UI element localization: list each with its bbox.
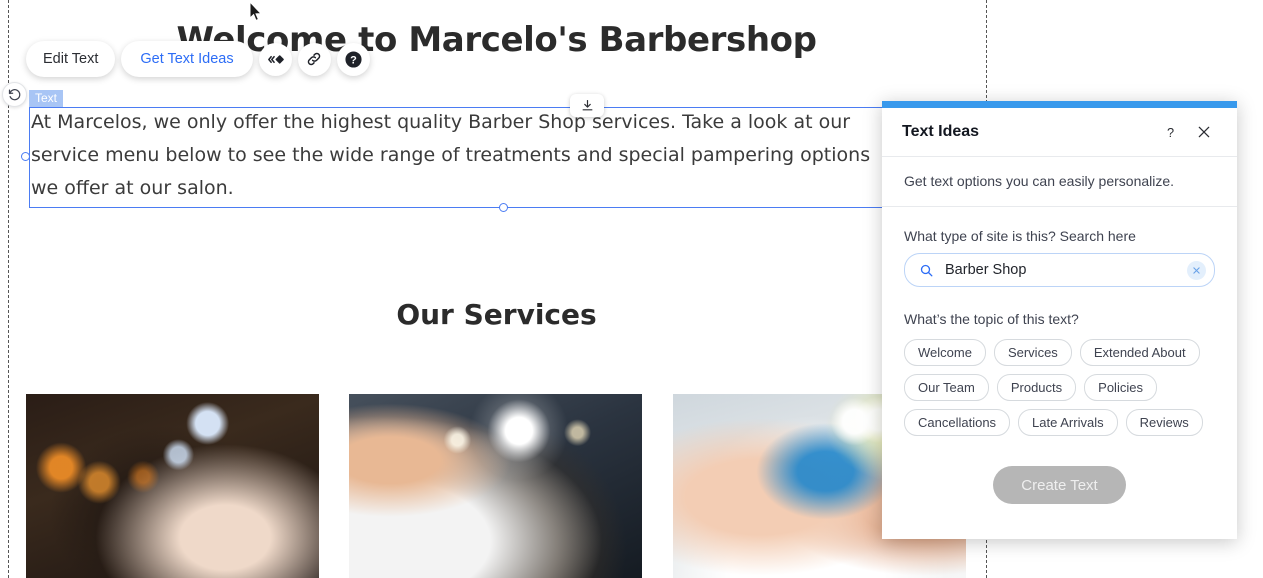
about-paragraph[interactable]: At Marcelos, we only offer the highest q…: [31, 106, 886, 205]
topic-chip-services[interactable]: Services: [993, 339, 1072, 366]
topic-chip-our-team[interactable]: Our Team: [904, 374, 989, 401]
close-icon: [1198, 126, 1210, 138]
animation-button[interactable]: [258, 42, 292, 76]
panel-header: Text Ideas ?: [882, 108, 1237, 157]
topic-chip-cancellations[interactable]: Cancellations: [904, 409, 1011, 436]
create-text-button[interactable]: Create Text: [993, 466, 1126, 504]
topic-chip-group: Welcome Services Extended About Our Team…: [904, 339, 1215, 436]
clear-icon: [1193, 266, 1200, 274]
download-button[interactable]: [570, 94, 604, 117]
mouse-pointer-icon: [249, 0, 263, 27]
undo-button[interactable]: [2, 82, 27, 107]
search-icon: [920, 264, 933, 276]
service-image-1-photo: [26, 394, 319, 578]
resize-handle-bottom[interactable]: [499, 203, 508, 212]
panel-subtitle: Get text options you can easily personal…: [882, 157, 1237, 207]
site-type-label: What type of site is this? Search here: [904, 228, 1136, 244]
site-type-search-field[interactable]: Barber Shop: [904, 253, 1215, 287]
svg-text:?: ?: [1166, 124, 1173, 139]
svg-text:?: ?: [350, 54, 357, 66]
topic-chip-products[interactable]: Products: [996, 374, 1077, 401]
search-clear-button[interactable]: [1187, 260, 1206, 280]
search-input[interactable]: Barber Shop: [945, 262, 1187, 278]
link-button[interactable]: [297, 42, 331, 76]
resize-handle-left[interactable]: [21, 152, 30, 161]
question-mark-icon: ?: [1166, 124, 1173, 139]
download-icon: [582, 100, 592, 111]
topic-chip-reviews[interactable]: Reviews: [1125, 409, 1203, 436]
panel-help-button[interactable]: ?: [1157, 119, 1183, 145]
panel-body: What type of site is this? Search here B…: [882, 207, 1237, 504]
link-icon: [307, 52, 321, 66]
help-button[interactable]: ?: [336, 42, 370, 76]
topic-chip-policies[interactable]: Policies: [1084, 374, 1157, 401]
edit-text-button[interactable]: Edit Text: [26, 41, 116, 77]
service-image-2[interactable]: [349, 394, 642, 578]
help-icon: ?: [345, 50, 362, 68]
create-text-row: Create Text: [904, 466, 1215, 504]
panel-title: Text Ideas: [902, 123, 980, 140]
service-image-1[interactable]: [26, 394, 319, 578]
topic-label: What’s the topic of this text?: [904, 311, 1079, 327]
animation-icon: [267, 54, 284, 64]
topic-chip-extended-about[interactable]: Extended About: [1079, 339, 1200, 366]
text-ideas-panel: Text Ideas ? Get text options you can ea…: [882, 101, 1237, 539]
panel-accent-bar: [882, 101, 1237, 108]
topic-chip-welcome[interactable]: Welcome: [904, 339, 986, 366]
selection-type-badge: Text: [29, 90, 64, 107]
undo-icon: [8, 89, 21, 101]
element-floating-toolbar: Edit Text Get Text Ideas ?: [26, 41, 370, 77]
service-image-2-photo: [349, 394, 642, 578]
topic-chip-late-arrivals[interactable]: Late Arrivals: [1018, 409, 1118, 436]
panel-close-button[interactable]: [1191, 119, 1217, 145]
get-text-ideas-button[interactable]: Get Text Ideas: [121, 41, 253, 77]
